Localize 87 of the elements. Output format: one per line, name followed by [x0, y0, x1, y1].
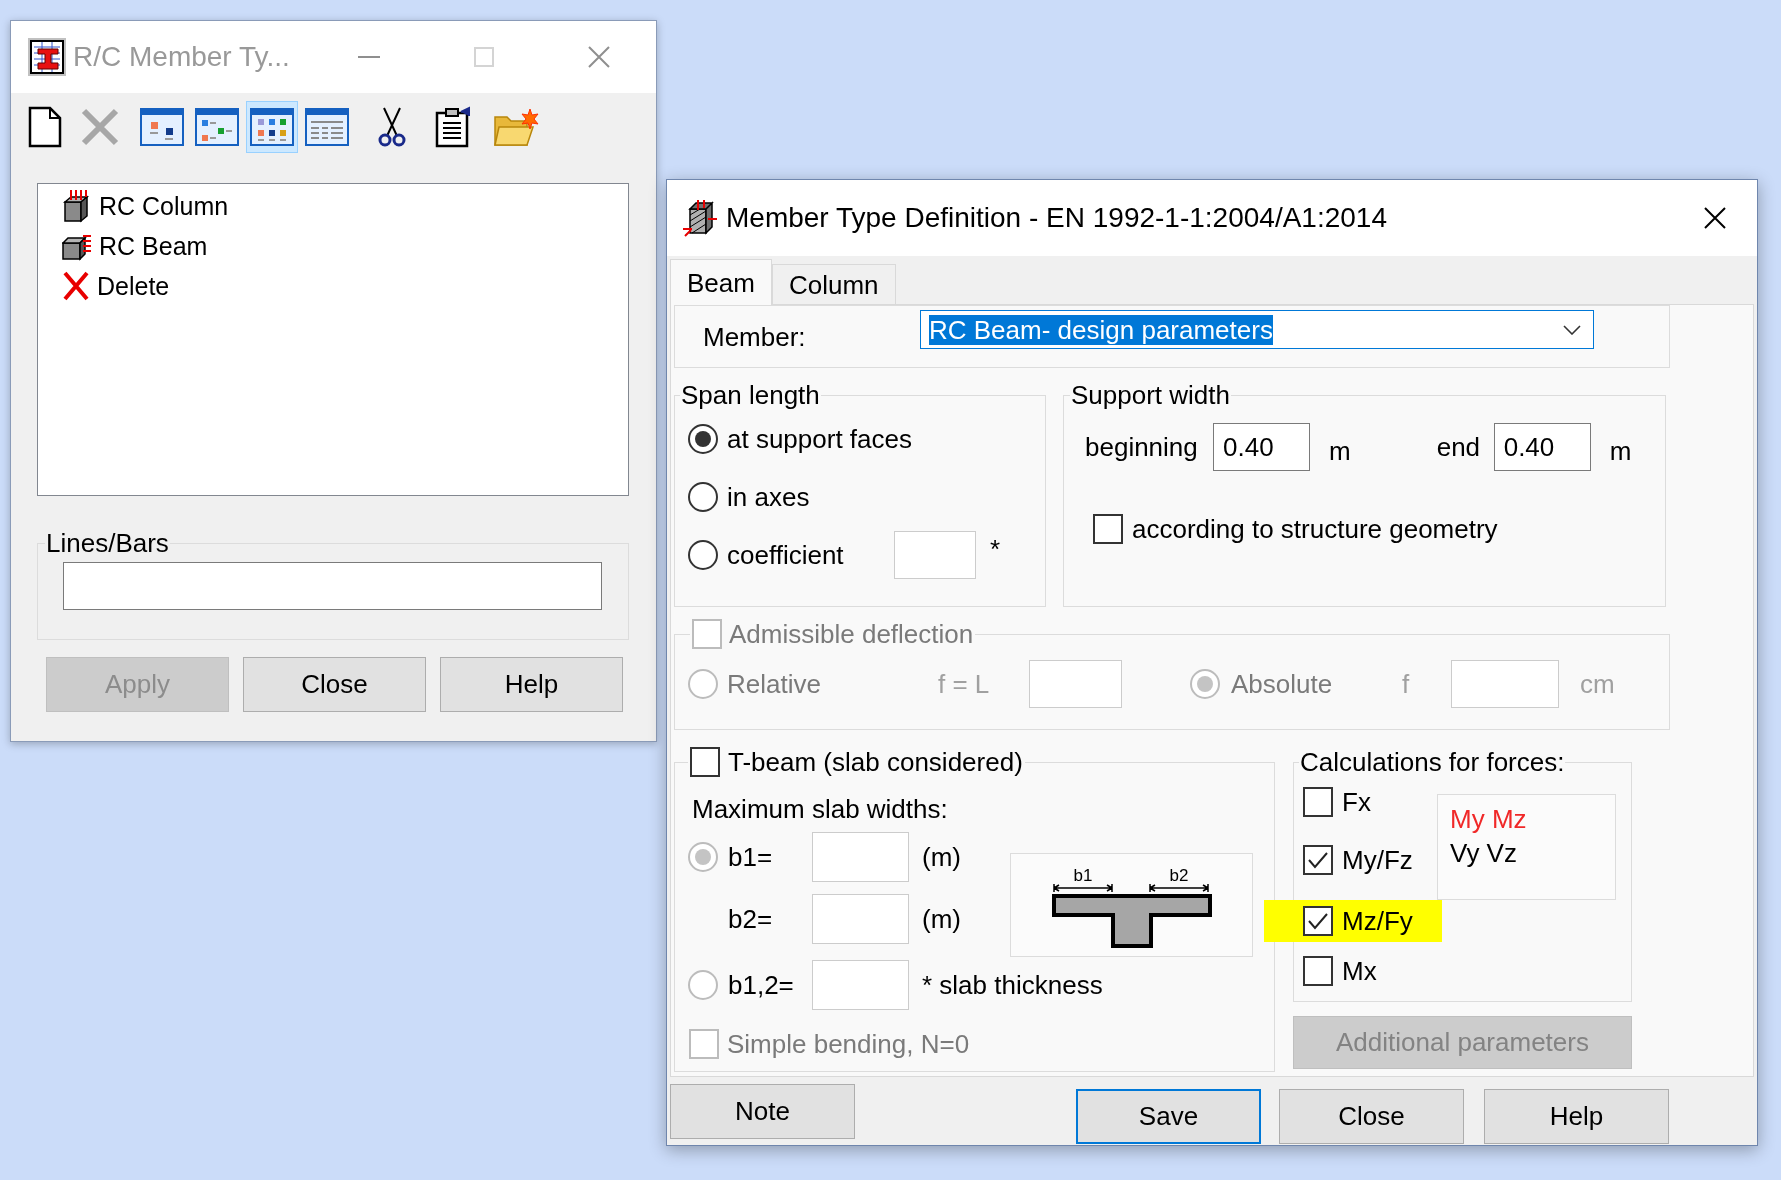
member-dropdown[interactable]: RC Beam- design parameters [920, 310, 1594, 349]
group-label: Support width [1070, 380, 1231, 410]
window-list-icon [305, 107, 349, 146]
input-field[interactable] [812, 960, 909, 1010]
legend-text: Vy Vz [1450, 838, 1518, 868]
blank-page-icon [28, 105, 62, 148]
radio-button[interactable] [688, 540, 718, 570]
dialog-button[interactable]: Save [1076, 1089, 1261, 1144]
checkbox-label: Mx [1342, 956, 1377, 986]
radio-button[interactable] [688, 424, 718, 454]
checkbox-label: My/Fz [1342, 845, 1413, 875]
checkbox[interactable] [690, 747, 720, 777]
checkbox[interactable] [1303, 845, 1333, 875]
checkbox[interactable] [1303, 787, 1333, 817]
cross-icon [62, 270, 90, 302]
unit-label: (m) [922, 904, 961, 934]
checkbox-label: according to structure geometry [1132, 514, 1498, 544]
checkbox-label: Fx [1342, 787, 1371, 817]
minimize-icon [357, 56, 380, 58]
dialog-button[interactable]: Close [243, 657, 426, 712]
tab[interactable]: Beam [670, 259, 772, 305]
unit-label: (m) [922, 842, 961, 872]
input-field[interactable] [812, 894, 909, 944]
unit-label: * slab thickness [922, 970, 1103, 1000]
column-block-icon [62, 189, 92, 223]
checkbox[interactable] [1303, 906, 1333, 936]
section-label: Maximum slab widths: [692, 794, 948, 824]
dimension-label: b1 [1073, 866, 1092, 885]
checkbox[interactable] [1303, 956, 1333, 986]
checkbox-label: T-beam (slab considered) [728, 747, 1023, 777]
field-label: b1= [728, 842, 774, 872]
dimension-label: b2 [1169, 866, 1188, 885]
radio-label: at support faces [727, 424, 912, 454]
input-field[interactable] [894, 531, 976, 579]
asterisk-mark: * [990, 534, 1001, 564]
input-field[interactable] [1029, 660, 1122, 708]
group-label: Lines/Bars [45, 528, 170, 558]
field-label: Member: [703, 321, 807, 352]
maximize-icon [473, 47, 494, 67]
group-label: Calculations for forces: [1299, 747, 1566, 777]
checkbox-label: Mz/Fy [1342, 906, 1413, 936]
input-field[interactable] [63, 562, 602, 610]
window-blocks-icon [140, 107, 184, 146]
list-item[interactable]: Delete [38, 266, 628, 306]
radio-label: in axes [727, 482, 810, 512]
field-label: b2= [728, 904, 774, 934]
folder-icon [493, 106, 539, 147]
radio-label: Relative [727, 669, 822, 699]
close-icon [587, 46, 610, 68]
tab[interactable]: Column [771, 264, 896, 305]
unit-label: cm [1580, 669, 1615, 699]
symbol-label: f [1402, 669, 1411, 699]
scissors-icon [378, 105, 406, 148]
dialog-button[interactable]: Help [440, 657, 623, 712]
dialog-button[interactable]: Help [1484, 1089, 1669, 1144]
clipboard-icon [435, 105, 473, 148]
window-tree-icon [195, 107, 239, 146]
list-item[interactable]: RC Beam [38, 226, 628, 266]
chevron-down-icon [1563, 324, 1581, 335]
checkbox[interactable] [1093, 514, 1123, 544]
window-grid-icon [250, 107, 294, 146]
unit-label: m [1329, 436, 1351, 466]
unit-label: m [1609, 436, 1632, 466]
window-title: R/C Member Ty... [73, 40, 290, 74]
input-field[interactable] [1451, 660, 1559, 708]
legend-text: My Mz [1450, 804, 1528, 834]
dialog-button[interactable]: Note [670, 1084, 855, 1139]
group-label: Span length [680, 380, 821, 410]
input-field[interactable]: 0.40 [1493, 423, 1591, 471]
radio-label: Absolute [1231, 669, 1334, 699]
formula-label: f = L [938, 669, 991, 699]
checkbox-label: Admissible deflection [729, 619, 974, 649]
radio-button[interactable] [688, 482, 718, 512]
dialog-button[interactable]: Close [1279, 1089, 1464, 1144]
cross-icon [80, 106, 120, 147]
window-title: Member Type Definition - EN 1992-1-1:2004/A1:2014 [726, 201, 1387, 235]
close-icon [1704, 207, 1726, 229]
input-field[interactable] [812, 832, 909, 882]
grid-beam-icon [28, 38, 66, 76]
list-item[interactable]: RC Column [38, 186, 628, 226]
field-label: end [1436, 432, 1482, 462]
checkbox-label: Simple bending, N=0 [727, 1029, 970, 1059]
radio-label: coefficient [727, 540, 845, 570]
input-field[interactable]: 0.40 [1213, 423, 1310, 471]
field-label: beginning [1085, 432, 1199, 462]
field-label: b1,2= [728, 970, 795, 1000]
hatched-block-icon [682, 199, 718, 237]
